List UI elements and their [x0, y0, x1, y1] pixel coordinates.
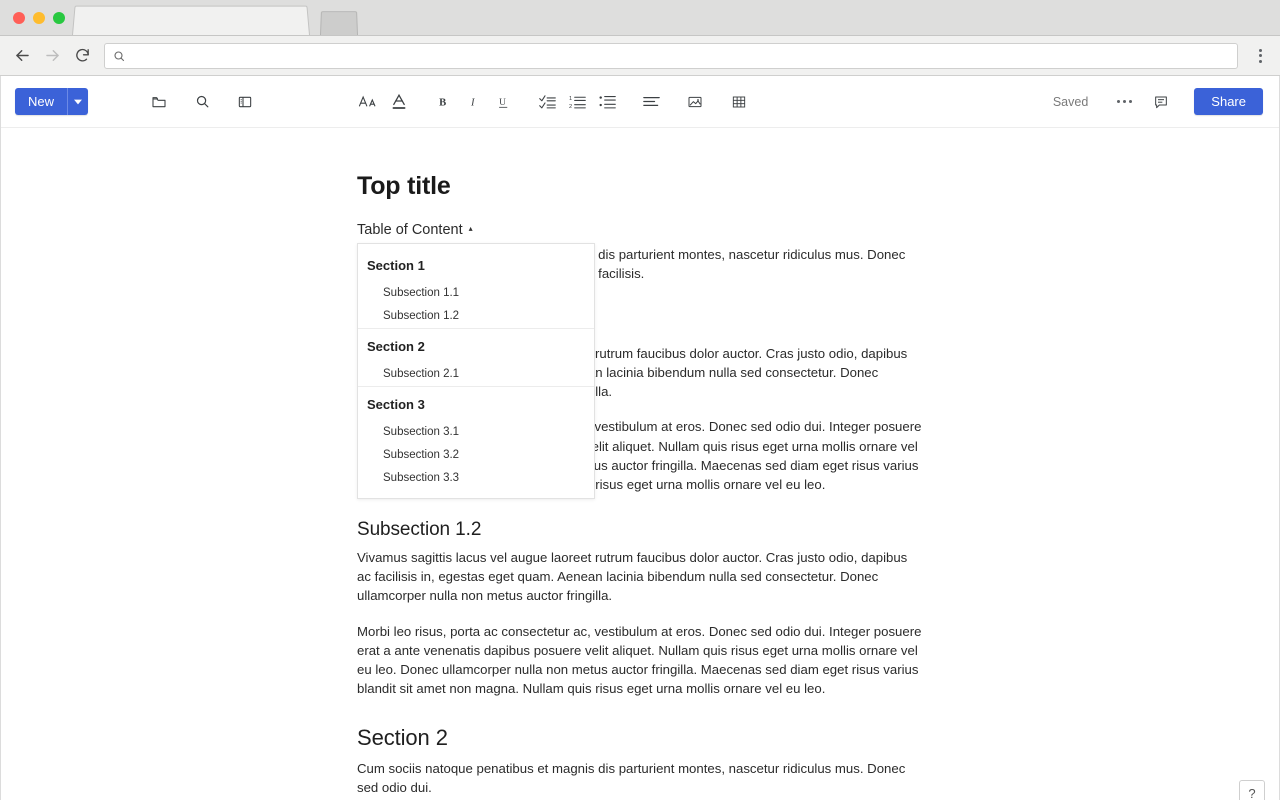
maximize-window-button[interactable] — [53, 12, 65, 24]
chevron-down-icon — [74, 99, 83, 104]
font-size-icon — [358, 95, 376, 107]
numbered-list-button[interactable]: 1 2 — [562, 87, 592, 117]
toc-label: Table of Content — [357, 222, 463, 238]
toc-section-item[interactable]: Section 2 — [358, 329, 594, 363]
files-button[interactable] — [144, 87, 174, 117]
toc-toggle[interactable]: Table of Content ▴ — [357, 222, 473, 238]
reload-button[interactable] — [68, 42, 96, 70]
bold-icon: B — [439, 97, 446, 108]
page-title: Top title — [357, 172, 451, 200]
underline-button[interactable]: U — [488, 87, 518, 117]
kebab-dot — [1258, 59, 1262, 63]
more-options-button[interactable] — [1110, 88, 1138, 116]
paragraph: Vivamus sagittis lacus vel augue laoreet… — [357, 549, 908, 604]
editor-toolbar: New B I U 1 2 Saved Share — [1, 76, 1279, 128]
toc-subsection-item[interactable]: Subsection 1.2 — [358, 305, 594, 328]
table-icon — [732, 96, 746, 107]
toc-subsection-item[interactable]: Subsection 3.2 — [358, 444, 594, 467]
minimize-window-button[interactable] — [33, 12, 45, 24]
toc-subsection-item[interactable]: Subsection 1.1 — [358, 282, 594, 305]
italic-icon: I — [470, 97, 475, 108]
paragraph: Cum sociis natoque penatibus et magnis d… — [357, 760, 906, 796]
browser-tabstrip — [72, 5, 358, 36]
italic-button[interactable]: I — [458, 87, 488, 117]
toc-dropdown-panel: Section 1 Subsection 1.1 Subsection 1.2 … — [357, 243, 595, 499]
search-icon — [196, 95, 208, 108]
checklist-button[interactable] — [532, 87, 562, 117]
toc-subsection-item[interactable]: Subsection 2.1 — [358, 363, 594, 386]
toc-section-item[interactable]: Section 3 — [358, 387, 594, 421]
toggle-sidebar-button[interactable] — [230, 87, 260, 117]
image-icon — [688, 96, 702, 107]
toc-group: Section 2 Subsection 2.1 — [358, 328, 594, 386]
folder-icon — [152, 96, 166, 107]
window-controls — [13, 12, 65, 24]
toc-subsection-item[interactable]: Subsection 3.1 — [358, 421, 594, 444]
svg-text:1: 1 — [569, 96, 572, 102]
underline-icon: U — [498, 98, 507, 108]
more-dot — [1122, 99, 1126, 104]
toc-section-item[interactable]: Section 1 — [358, 250, 594, 282]
align-icon — [642, 97, 660, 106]
browser-titlebar — [0, 0, 1280, 36]
comment-icon — [1155, 96, 1168, 108]
bold-button[interactable]: B — [428, 87, 458, 117]
more-dot — [1116, 99, 1120, 104]
sidebar-panel-icon — [238, 96, 252, 107]
app-area: New B I U 1 2 Saved Share Top title Tabl… — [0, 76, 1280, 800]
paragraph: Morbi leo risus, porta ac consectetur ac… — [357, 623, 922, 697]
search-icon — [114, 50, 125, 61]
svg-text:U: U — [499, 98, 506, 108]
new-button[interactable]: New — [15, 88, 68, 115]
new-tab-button[interactable] — [320, 11, 358, 36]
back-button[interactable] — [8, 42, 36, 70]
share-button[interactable]: Share — [1194, 88, 1263, 115]
svg-text:B: B — [439, 97, 446, 108]
browser-window: New B I U 1 2 Saved Share Top title Tabl… — [0, 0, 1280, 800]
search-button[interactable] — [187, 87, 217, 117]
insert-image-button[interactable] — [680, 87, 710, 117]
heading-section-2: Section 2 — [357, 724, 448, 750]
close-window-button[interactable] — [13, 12, 25, 24]
checklist-icon — [538, 95, 556, 109]
kebab-dot — [1258, 48, 1262, 52]
svg-text:I: I — [470, 97, 475, 108]
address-input[interactable] — [133, 48, 1229, 63]
toolbar-format-icons: B I U 1 2 — [354, 87, 754, 117]
help-button[interactable]: ? — [1239, 780, 1265, 800]
arrow-left-icon — [15, 50, 29, 61]
kebab-dot — [1258, 54, 1262, 57]
bullet-list-button[interactable] — [592, 87, 622, 117]
reload-icon — [75, 48, 89, 62]
document-page: Top title Table of Content ▴ Section 1 S… — [357, 128, 923, 797]
numbered-list-icon: 1 2 — [569, 96, 586, 109]
bullet-list-icon — [599, 96, 616, 109]
address-bar[interactable] — [104, 42, 1238, 69]
arrow-right-icon — [45, 50, 59, 61]
chevron-up-icon: ▴ — [468, 224, 473, 233]
new-button-group[interactable]: New — [15, 88, 89, 115]
align-button[interactable] — [636, 87, 666, 117]
heading-subsection-1-2: Subsection 1.2 — [357, 518, 482, 540]
insert-table-button[interactable] — [724, 87, 754, 117]
forward-button[interactable] — [38, 42, 66, 70]
toc-subsection-item[interactable]: Subsection 3.3 — [358, 467, 594, 490]
table-of-contents: Table of Content ▴ Section 1 Subsection … — [357, 221, 923, 499]
browser-tab[interactable] — [72, 5, 310, 35]
toc-group: Section 1 Subsection 1.1 Subsection 1.2 — [358, 250, 594, 328]
browser-menu-button[interactable] — [1248, 42, 1272, 70]
svg-text:2: 2 — [569, 104, 572, 109]
toolbar-left-icons — [144, 87, 260, 117]
new-button-caret[interactable] — [67, 88, 89, 115]
document-scroll-area[interactable]: Top title Table of Content ▴ Section 1 S… — [1, 128, 1279, 800]
font-size-button[interactable] — [354, 87, 384, 117]
text-color-button[interactable] — [384, 87, 414, 117]
browser-navbar — [0, 36, 1280, 76]
toc-group: Section 3 Subsection 3.1 Subsection 3.2 … — [358, 386, 594, 490]
text-color-icon — [392, 93, 406, 109]
comments-button[interactable] — [1146, 87, 1176, 117]
more-dot — [1128, 99, 1133, 104]
save-status-label: Saved — [1052, 94, 1089, 109]
